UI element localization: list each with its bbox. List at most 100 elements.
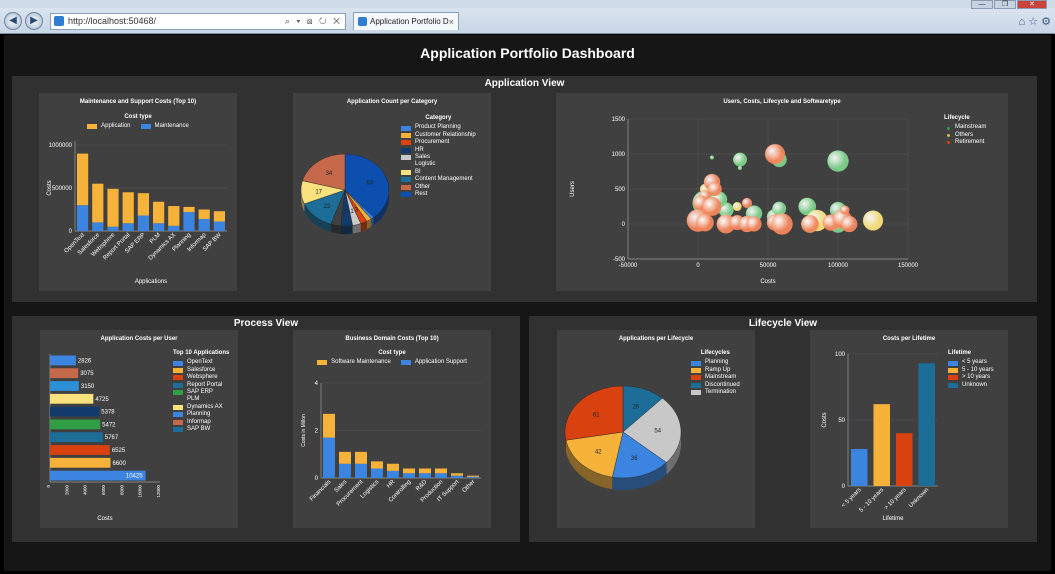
- legend-swatch: [948, 375, 958, 381]
- y-tick-label: 2: [315, 429, 319, 435]
- legend-swatch: [401, 170, 411, 176]
- address-bar[interactable]: http://localhost:50468/ ⌕ ▾ ⊠ ↻ ✕: [50, 12, 346, 30]
- legend-swatch: [173, 360, 183, 366]
- minimize-button[interactable]: —: [971, 0, 993, 9]
- top-applications-legend: Top 10 Applications OpenText Salesforce We…: [173, 350, 229, 433]
- bar: [50, 393, 94, 404]
- legend-swatch: [173, 412, 183, 418]
- legend-item: Discontinued: [691, 382, 740, 389]
- legend-title: Lifetime: [948, 350, 972, 356]
- browser-toolbar-icons[interactable]: ⌂ ☆ ⚙: [1019, 15, 1051, 28]
- bubble-point: [862, 210, 884, 231]
- legend-item: Procurement: [401, 139, 476, 146]
- legend-swatch: [173, 390, 183, 396]
- application-view-section: Application View Maintenance and Support…: [12, 76, 1037, 302]
- legend-item: Termination: [691, 389, 740, 396]
- tab-close-icon[interactable]: ×: [449, 17, 454, 27]
- navigation-bar: ◀ ▶ http://localhost:50468/ ⌕ ▾ ⊠ ↻ ✕ Ap…: [4, 11, 1051, 31]
- x-tick-label: 100000: [828, 263, 849, 269]
- browser-tab[interactable]: Application Portfolio Dashb... ×: [353, 12, 459, 30]
- bar-application-support: [387, 470, 399, 478]
- business-domain-chart: 024Financials SalesProcurementLogistics HR…: [301, 381, 481, 508]
- legend-label: Sales: [415, 154, 431, 161]
- bar-software-maintenance: [451, 473, 463, 476]
- legend-swatch: [401, 133, 411, 139]
- address-url[interactable]: http://localhost:50468/: [68, 16, 285, 26]
- application-count-panel: Application Count per Category 63 2 3 1 7 22 1…: [293, 93, 491, 291]
- legend-item: Content Management: [401, 176, 476, 183]
- y-tick-label: 1000: [612, 152, 626, 158]
- window-controls: — ❐ ✕: [971, 0, 1047, 9]
- bar-maintenance: [198, 218, 210, 231]
- legend-title: Lifecycle: [944, 115, 970, 121]
- legend-swatch: [401, 155, 411, 161]
- legend-item: Other: [401, 184, 476, 191]
- bar: [873, 404, 890, 486]
- close-window-button[interactable]: ✕: [1017, 0, 1047, 9]
- bar-application-support: [403, 473, 415, 478]
- maintenance-costs-chart: 05000001000000OpenTextSalesforceWebspher…: [47, 141, 227, 285]
- legend-item: Salesforce: [173, 367, 229, 374]
- bar-application-support: [371, 468, 383, 478]
- title-bar: [0, 0, 1055, 8]
- legend-label: Planning: [705, 359, 729, 366]
- legend-swatch: [173, 405, 183, 411]
- legend-item: Customer Relationship: [401, 132, 476, 139]
- dashboard-page: Application Portfolio Dashboard Applicat…: [4, 35, 1051, 571]
- legend-item: Websphere: [173, 374, 229, 381]
- x-tick-label: 12000: [156, 485, 161, 498]
- tab-favicon-icon: [358, 17, 367, 26]
- legend-item: Logistic: [401, 161, 476, 168]
- legend-item: Others: [944, 132, 986, 139]
- back-button[interactable]: ◀: [4, 12, 22, 30]
- bar-value-label: 6600: [113, 461, 127, 467]
- maintenance-costs-panel: Maintenance and Support Costs (Top 10) C…: [39, 93, 237, 291]
- slice-label: 22: [324, 204, 331, 210]
- bar-value-label: 3075: [80, 371, 94, 377]
- bar-maintenance: [183, 212, 195, 231]
- bar: [50, 419, 101, 430]
- y-tick-label: 500: [615, 187, 626, 193]
- maximize-button[interactable]: ❐: [994, 0, 1016, 9]
- bar-software-maintenance: [387, 463, 399, 471]
- legend-swatch: [401, 147, 411, 153]
- forward-button[interactable]: ▶: [25, 12, 43, 30]
- bubble-point: [771, 213, 793, 235]
- bar-maintenance: [168, 225, 180, 231]
- address-tools-icon[interactable]: ⌕ ▾ ⊠ ↻ ✕: [285, 16, 342, 27]
- costs-lifetime-panel: Costs per Lifetime 0 50 100 < 5 years 5 - 10…: [810, 330, 1008, 528]
- x-tick-label: 2000: [64, 485, 69, 496]
- bar-application-support: [435, 473, 447, 478]
- y-axis-label: Costs: [822, 412, 828, 427]
- lifecycle-view-title: Lifecycle View: [748, 318, 818, 329]
- legend-swatch: [173, 397, 183, 403]
- legend-title: Top 10 Applications: [173, 350, 230, 356]
- bar-application: [153, 201, 165, 224]
- y-tick-label: 50: [838, 418, 845, 424]
- bar-application: [122, 192, 134, 224]
- legend-item: 5 - 10 years: [948, 367, 994, 374]
- legend-swatch: [948, 368, 958, 374]
- bubble-point: [827, 150, 849, 172]
- legend-label: Retirement: [955, 139, 985, 146]
- x-tick-label: R&D: [415, 479, 429, 493]
- x-tick-label: PLM: [149, 232, 162, 245]
- y-tick-label: 1500: [612, 117, 626, 123]
- application-view-title: Application View: [484, 78, 565, 89]
- legend-label: Logistic: [415, 161, 436, 168]
- x-tick-label: Financials: [309, 479, 332, 502]
- bar-value-label: 5378: [101, 410, 115, 416]
- legend-label: Salesforce: [187, 366, 216, 373]
- legend-item: Planning: [173, 411, 229, 418]
- legend-label: Content Management: [415, 176, 473, 183]
- y-tick-label: 4: [315, 381, 319, 387]
- legend-item: Sales: [401, 154, 476, 161]
- y-tick-label: 0: [622, 222, 626, 228]
- legend-label: SAP ERP: [187, 389, 213, 396]
- y-tick-label: 0: [69, 229, 73, 235]
- bar-software-maintenance: [323, 413, 335, 438]
- bubble-point: [801, 215, 819, 233]
- bubble-point: [746, 216, 762, 232]
- legend-swatch: [947, 126, 950, 130]
- legend-swatch: [173, 368, 183, 374]
